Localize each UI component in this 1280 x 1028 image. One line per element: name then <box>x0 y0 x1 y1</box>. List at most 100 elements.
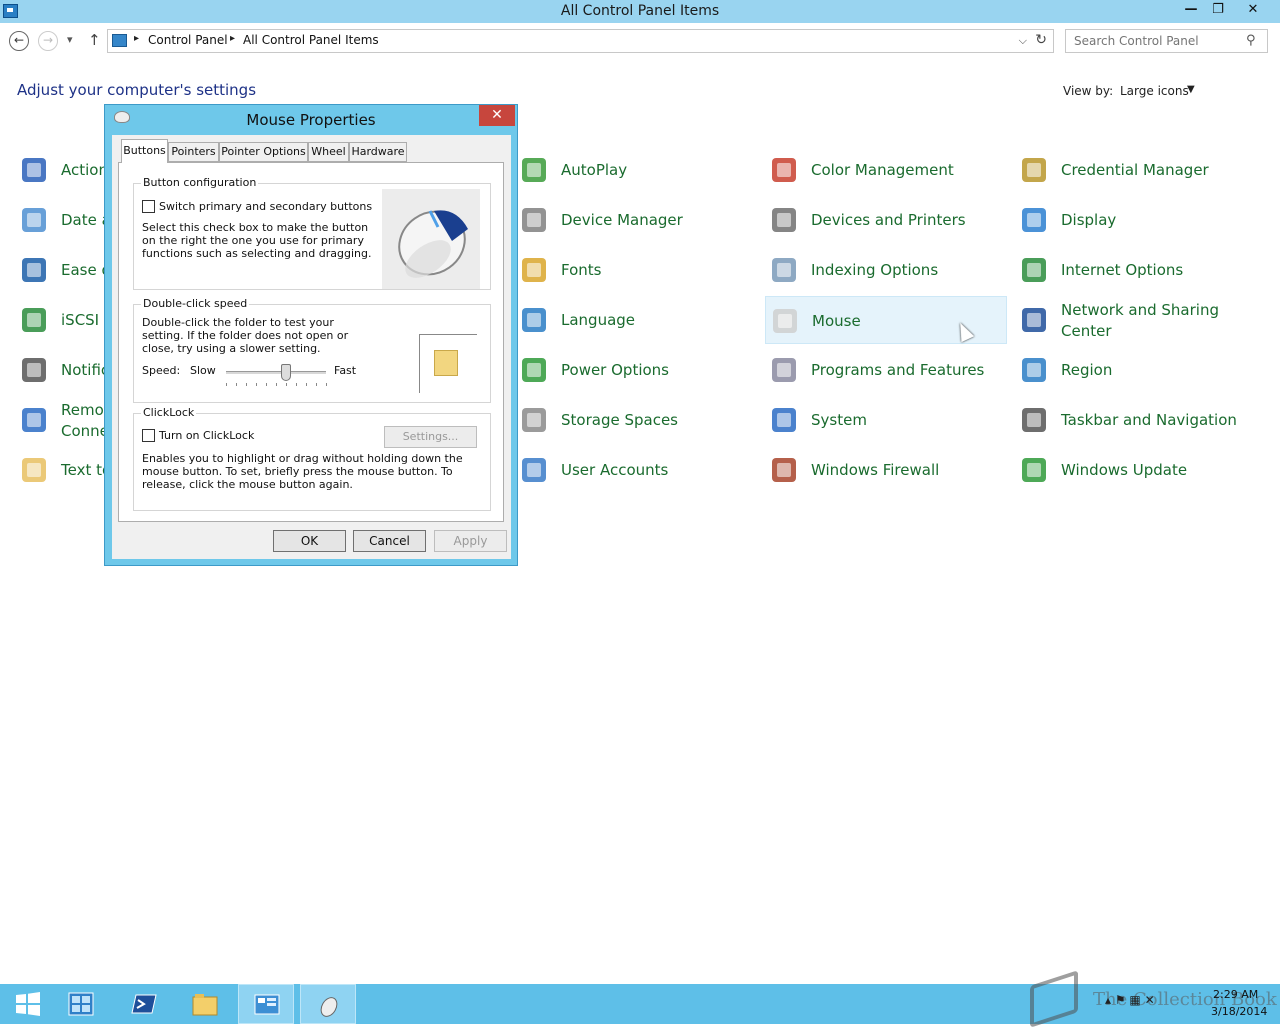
control-panel-item[interactable]: Windows Update <box>1015 446 1257 494</box>
control-panel-item-label: System <box>811 411 867 429</box>
view-by-label: View by: <box>1063 84 1114 98</box>
slider-tick <box>296 383 297 386</box>
clicklock-settings-button[interactable]: Settings... <box>384 426 477 448</box>
dialog-close-button[interactable]: ✕ <box>479 105 515 126</box>
control-panel-item-label: Storage Spaces <box>561 411 678 429</box>
control-panel-item[interactable]: Indexing Options <box>765 246 1007 294</box>
control-panel-icon <box>254 994 280 1015</box>
control-panel-item[interactable]: Language <box>515 296 757 344</box>
recent-locations-dropdown[interactable]: ▾ <box>67 33 73 46</box>
speed-slider-thumb[interactable] <box>281 364 291 381</box>
control-panel-item[interactable]: Taskbar and Navigation <box>1015 396 1257 444</box>
maximize-button[interactable]: ❐ <box>1205 0 1231 21</box>
control-panel-item[interactable]: Power Options <box>515 346 757 394</box>
date-time-icon <box>18 204 50 236</box>
close-window-button[interactable]: ✕ <box>1240 0 1266 21</box>
clicklock-checkbox[interactable] <box>142 429 155 442</box>
tab-pointer-options[interactable]: Pointer Options <box>219 142 308 162</box>
control-panel-item[interactable]: Network and Sharing Center <box>1015 296 1257 344</box>
user-accounts-icon <box>518 454 550 486</box>
clock-time[interactable]: 2:29 AM <box>1213 988 1258 1001</box>
control-panel-item[interactable]: Device Manager <box>515 196 757 244</box>
dialog-body: Buttons Pointers Pointer Options Wheel H… <box>112 135 511 559</box>
breadcrumb-all-items[interactable]: All Control Panel Items <box>243 33 379 47</box>
address-dropdown-icon[interactable]: ⌵ <box>1019 34 1027 48</box>
control-panel-item[interactable]: AutoPlay <box>515 146 757 194</box>
powershell-taskbar-button[interactable] <box>116 984 172 1024</box>
breadcrumb-separator-icon[interactable]: ▸ <box>230 33 235 44</box>
control-panel-item[interactable]: Fonts <box>515 246 757 294</box>
search-input[interactable] <box>1065 29 1268 53</box>
control-panel-item[interactable]: Programs and Features <box>765 346 1007 394</box>
mouse-properties-taskbar-button[interactable] <box>300 984 356 1024</box>
minimize-button[interactable]: — <box>1178 0 1204 21</box>
search-icon[interactable]: ⚲ <box>1246 33 1256 48</box>
file-explorer-taskbar-button[interactable] <box>177 984 233 1024</box>
start-button[interactable] <box>0 984 56 1024</box>
control-panel-item[interactable]: Credential Manager <box>1015 146 1257 194</box>
tab-wheel[interactable]: Wheel <box>308 142 349 162</box>
view-by-dropdown[interactable]: Large icons <box>1120 84 1189 98</box>
double-click-speed-group: Double-click speed Double-click the fold… <box>133 297 491 403</box>
indexing-options-icon <box>768 254 800 286</box>
switch-buttons-label[interactable]: Switch primary and secondary buttons <box>159 200 372 213</box>
devices-printers-icon <box>768 204 800 236</box>
up-button[interactable]: ↑ <box>88 31 101 49</box>
clock-date[interactable]: 3/18/2014 <box>1211 1005 1267 1018</box>
slider-tick <box>276 383 277 386</box>
refresh-icon[interactable]: ↻ <box>1035 32 1047 48</box>
language-icon <box>518 304 550 336</box>
control-panel-item-label: Display <box>1061 211 1117 229</box>
slider-tick <box>316 383 317 386</box>
control-panel-item[interactable]: Color Management <box>765 146 1007 194</box>
control-panel-item-label: AutoPlay <box>561 161 628 179</box>
double-click-description: Double-click the folder to test your set… <box>142 316 349 355</box>
ease-of-access-icon <box>18 254 50 286</box>
switch-buttons-checkbox[interactable] <box>142 200 155 213</box>
tab-buttons[interactable]: Buttons <box>121 139 168 163</box>
system-tray[interactable]: ▴ ⚑ ▦ ✕ <box>1105 993 1155 1007</box>
tab-pointers[interactable]: Pointers <box>168 142 219 162</box>
control-panel-taskbar-button[interactable] <box>238 984 294 1024</box>
fast-label: Fast <box>334 364 357 377</box>
control-panel-item-label: Mouse <box>812 312 861 330</box>
control-panel-item[interactable]: Windows Firewall <box>765 446 1007 494</box>
button-config-description: Select this check box to make the button… <box>142 221 372 260</box>
control-panel-icon <box>112 34 127 47</box>
cancel-button[interactable]: Cancel <box>353 530 426 552</box>
apply-button[interactable]: Apply <box>434 530 507 552</box>
control-panel-item[interactable]: Internet Options <box>1015 246 1257 294</box>
control-panel-item[interactable]: User Accounts <box>515 446 757 494</box>
control-panel-item[interactable]: Storage Spaces <box>515 396 757 444</box>
forward-button[interactable]: → <box>38 31 58 51</box>
test-folder-area[interactable] <box>419 334 477 393</box>
control-panel-item-label: Network and Sharing Center <box>1061 301 1219 340</box>
slider-tick <box>236 383 237 386</box>
storage-spaces-icon <box>518 404 550 436</box>
address-bar[interactable]: ▸ Control Panel ▸ All Control Panel Item… <box>107 29 1054 53</box>
chevron-down-icon[interactable]: ▼ <box>1187 84 1195 95</box>
breadcrumb-separator-icon[interactable]: ▸ <box>134 33 139 44</box>
server-manager-taskbar-button[interactable] <box>53 984 109 1024</box>
tab-hardware[interactable]: Hardware <box>349 142 407 162</box>
control-panel-item-label: Programs and Features <box>811 361 985 379</box>
file-explorer-icon <box>192 994 218 1016</box>
ok-button[interactable]: OK <box>273 530 346 552</box>
control-panel-item[interactable]: Region <box>1015 346 1257 394</box>
control-panel-item[interactable]: System <box>765 396 1007 444</box>
back-button[interactable]: ← <box>9 31 29 51</box>
dialog-title: Mouse Properties <box>246 111 376 129</box>
slider-tick <box>266 383 267 386</box>
folder-icon[interactable] <box>434 350 458 376</box>
slider-tick <box>286 383 287 386</box>
control-panel-item[interactable]: Display <box>1015 196 1257 244</box>
breadcrumb-control-panel[interactable]: Control Panel <box>148 33 228 47</box>
control-panel-item[interactable]: Devices and Printers <box>765 196 1007 244</box>
buttons-tab-panel: Button configuration Switch primary and … <box>118 162 504 522</box>
group-label: ClickLock <box>141 406 197 419</box>
action-center-icon <box>18 154 50 186</box>
clicklock-label[interactable]: Turn on ClickLock <box>159 429 254 442</box>
control-panel-item-label: Internet Options <box>1061 261 1184 279</box>
taskbar-navigation-icon <box>1018 404 1050 436</box>
speed-slider-track[interactable] <box>226 371 326 374</box>
